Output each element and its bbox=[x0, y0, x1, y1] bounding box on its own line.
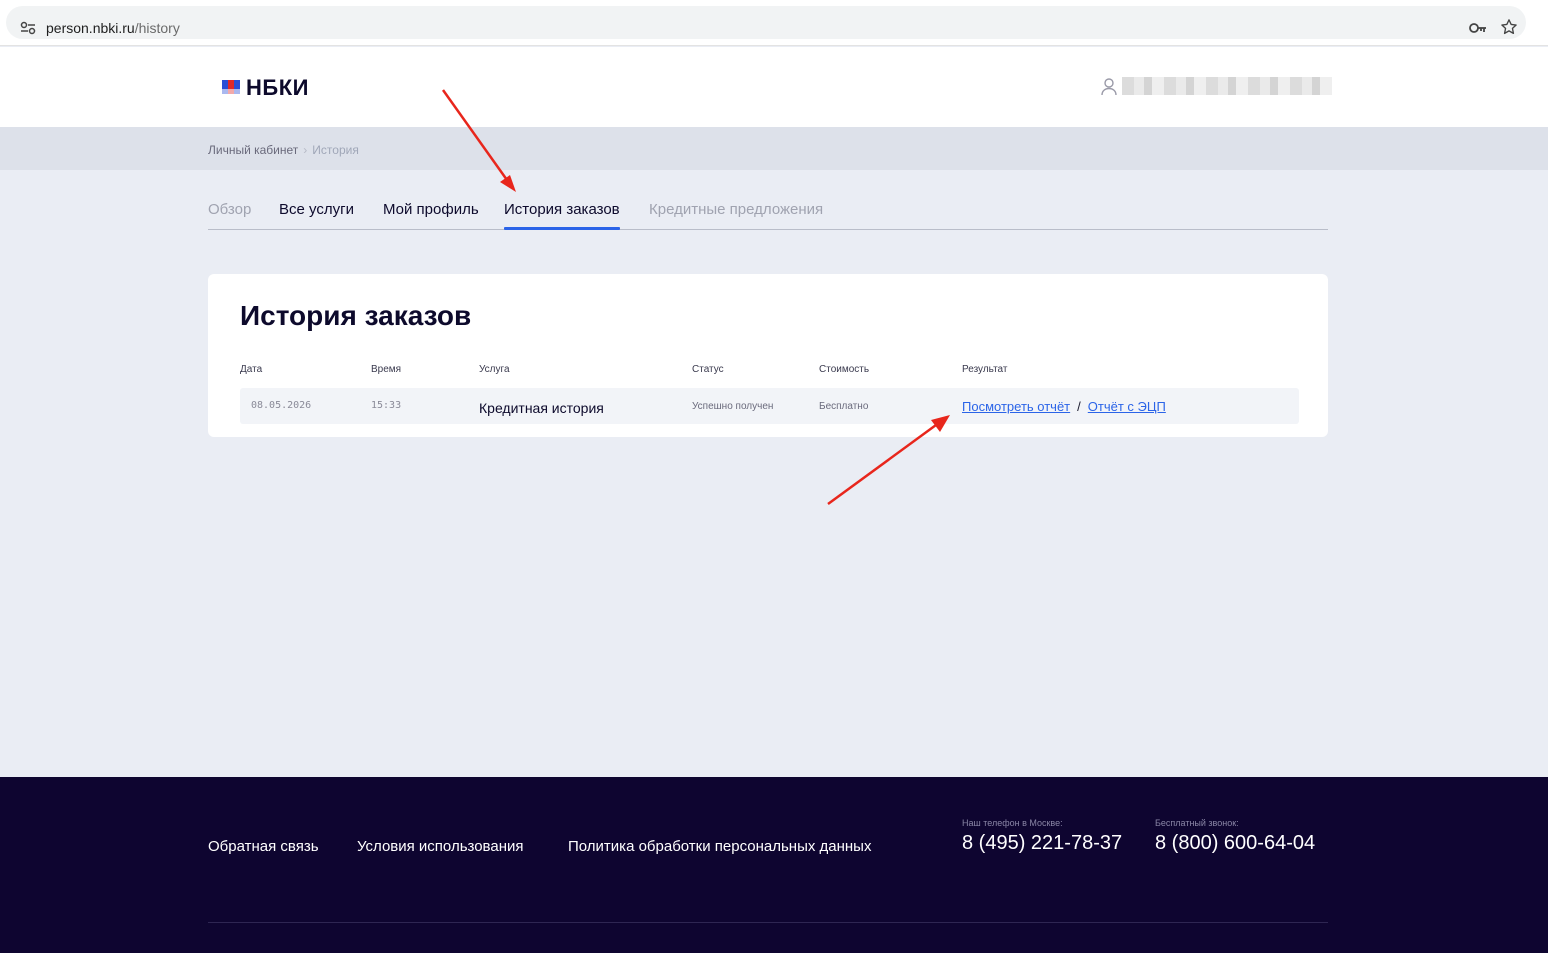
bookmark-star-icon[interactable] bbox=[1500, 18, 1518, 36]
ecp-report-link[interactable]: Отчёт с ЭЦП bbox=[1088, 399, 1166, 414]
breadcrumb-bar: Личный кабинет › История bbox=[0, 127, 1548, 170]
column-header-service: Услуга bbox=[479, 364, 510, 375]
footer-link-privacy-policy[interactable]: Политика обработки персональных данных bbox=[568, 838, 871, 855]
key-icon[interactable] bbox=[1468, 20, 1488, 36]
column-header-date: Дата bbox=[240, 364, 263, 375]
user-icon[interactable] bbox=[1101, 78, 1117, 96]
column-header-time: Время bbox=[371, 364, 402, 375]
order-cost: Бесплатно bbox=[819, 401, 869, 412]
free-phone-label: Бесплатный звонок: bbox=[1155, 818, 1239, 828]
orders-card: История заказов Дата Время Услуга Статус… bbox=[208, 274, 1328, 437]
site-footer: Обратная связь Условия использования Пол… bbox=[0, 777, 1548, 953]
order-result: Посмотреть отчёт / Отчёт с ЭЦП bbox=[962, 399, 1166, 414]
column-header-result: Результат bbox=[962, 364, 1008, 375]
moscow-phone[interactable]: 8 (495) 221-78-37 bbox=[962, 832, 1122, 855]
view-report-link[interactable]: Посмотреть отчёт bbox=[962, 399, 1070, 414]
tab-overview[interactable]: Обзор bbox=[208, 201, 251, 218]
logo[interactable]: НБКИ bbox=[246, 75, 309, 101]
tab-order-history[interactable]: История заказов bbox=[504, 201, 620, 230]
breadcrumb: Личный кабинет › История bbox=[208, 143, 359, 157]
tab-my-profile[interactable]: Мой профиль bbox=[383, 201, 479, 218]
order-service: Кредитная история bbox=[479, 400, 604, 416]
site-settings-icon[interactable] bbox=[20, 21, 36, 35]
free-phone[interactable]: 8 (800) 600-64-04 bbox=[1155, 832, 1315, 855]
order-time: 15:33 bbox=[371, 400, 402, 411]
breadcrumb-separator: › bbox=[303, 143, 308, 157]
column-header-cost: Стоимость bbox=[819, 364, 870, 375]
order-date: 08.05.2026 bbox=[251, 400, 312, 411]
site-header: НБКИ bbox=[0, 47, 1548, 127]
url-text[interactable]: person.nbki.ru/history bbox=[46, 20, 180, 36]
tab-all-services[interactable]: Все услуги bbox=[279, 201, 354, 218]
tab-credit-offers[interactable]: Кредитные предложения bbox=[649, 201, 823, 218]
column-header-status: Статус bbox=[692, 364, 724, 375]
order-status: Успешно получен bbox=[692, 401, 774, 412]
breadcrumb-root-link[interactable]: Личный кабинет bbox=[208, 143, 298, 157]
address-bar[interactable]: person.nbki.ru/history bbox=[6, 6, 1526, 39]
url-path: /history bbox=[134, 20, 180, 36]
breadcrumb-current: История bbox=[312, 143, 359, 157]
table-row: 08.05.2026 15:33 Кредитная история Успеш… bbox=[240, 388, 1299, 424]
moscow-phone-label: Наш телефон в Москве: bbox=[962, 818, 1063, 828]
user-name-redacted[interactable] bbox=[1122, 77, 1332, 95]
url-host: person.nbki.ru bbox=[46, 20, 135, 36]
footer-divider bbox=[208, 922, 1328, 923]
result-separator: / bbox=[1077, 399, 1081, 414]
page-title: История заказов bbox=[240, 300, 472, 331]
footer-link-terms[interactable]: Условия использования bbox=[357, 838, 524, 855]
account-tabs: Обзор Все услуги Мой профиль История зак… bbox=[208, 170, 1328, 230]
browser-toolbar: person.nbki.ru/history bbox=[0, 0, 1548, 46]
footer-link-feedback[interactable]: Обратная связь bbox=[208, 838, 319, 855]
logo-flag-icon bbox=[222, 80, 240, 94]
